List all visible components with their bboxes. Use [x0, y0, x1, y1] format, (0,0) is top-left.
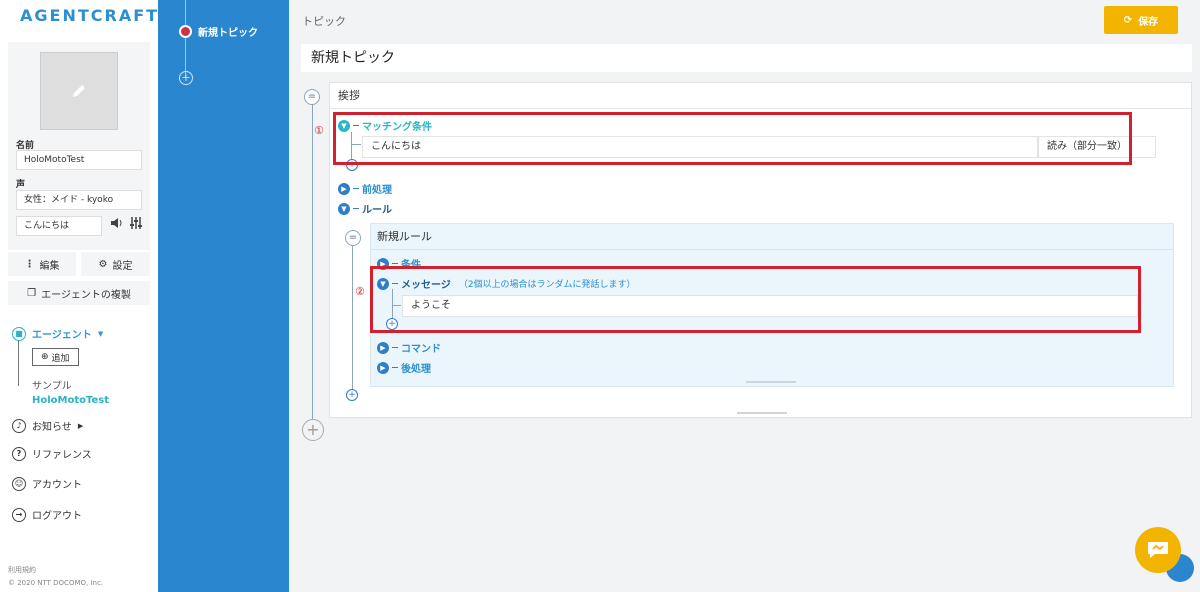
nav-logout[interactable]: → ログアウト: [12, 507, 82, 522]
rule-resize-handle[interactable]: [746, 381, 796, 383]
greeting-title[interactable]: 挨拶: [330, 83, 1191, 109]
logout-icon: →: [12, 507, 26, 522]
add-section-button[interactable]: +: [302, 419, 324, 441]
nav-news[interactable]: ♪ お知らせ ▶: [12, 418, 83, 433]
rule-collapse-icon[interactable]: =: [345, 230, 361, 246]
refresh-icon: ⟳: [1123, 14, 1133, 26]
pencil-icon: [73, 85, 85, 97]
rule-title[interactable]: 新規ルール: [371, 224, 1173, 250]
nav-account[interactable]: ☺ アカウント: [12, 476, 82, 491]
sliders-icon[interactable]: [130, 217, 142, 229]
app-logo[interactable]: AGENTCRAFTβ: [20, 6, 164, 25]
help-icon: ?: [12, 446, 26, 461]
topic-title[interactable]: 新規トピック: [301, 44, 1192, 72]
caret-down-icon: ▼: [97, 329, 104, 338]
card-resize-handle[interactable]: [737, 412, 787, 414]
agent-icon: ■: [12, 326, 26, 341]
caret-down-icon: ▼: [338, 202, 350, 215]
save-button[interactable]: ⟳ 保存: [1104, 6, 1178, 34]
more-icon: ⋮: [24, 258, 35, 270]
chat-icon: [1148, 542, 1168, 558]
topic-item-new[interactable]: 新規トピック: [179, 24, 258, 39]
topic-dot-icon: [179, 25, 192, 38]
copyright: © 2020 NTT DOCOMO, Inc.: [8, 579, 104, 587]
topic-list: [158, 0, 289, 592]
voice-select[interactable]: 女性：メイド - kyoko: [16, 190, 142, 210]
gear-icon: ⚙: [98, 258, 108, 270]
voice-sample-input[interactable]: こんにちは: [16, 216, 102, 236]
sidebar: AGENTCRAFTβ 名前 HoloMotoTest 声 女性：メイド - k…: [0, 0, 164, 592]
preprocess-section[interactable]: ▶ 前処理: [338, 181, 392, 196]
name-field[interactable]: HoloMotoTest: [16, 150, 142, 170]
settings-button[interactable]: ⚙ 設定: [81, 252, 150, 276]
plus-circle-icon: ⊕: [41, 352, 49, 362]
postprocess-section[interactable]: ▶ 後処理: [377, 360, 431, 375]
add-agent-button[interactable]: ⊕ 追加: [32, 348, 79, 366]
speaker-icon[interactable]: [110, 217, 124, 229]
sidebar-footer: 利用規約 © 2020 NTT DOCOMO, Inc.: [8, 564, 103, 590]
chat-button[interactable]: [1135, 527, 1181, 573]
nav-current-agent[interactable]: HoloMotoTest: [32, 395, 109, 406]
add-rule-button[interactable]: +: [346, 389, 358, 401]
avatar[interactable]: [40, 52, 118, 130]
highlight-box-1: [333, 112, 1132, 165]
collapse-toggle-icon[interactable]: =: [304, 89, 320, 105]
edit-button[interactable]: ⋮ 編集: [8, 252, 76, 276]
agent-profile: 名前 HoloMotoTest 声 女性：メイド - kyoko こんにちは: [8, 42, 150, 250]
nav-agent[interactable]: ■ エージェント ▼: [12, 326, 103, 341]
marker-two: ②: [355, 285, 365, 298]
caret-right-icon: ▶: [77, 421, 84, 430]
bell-icon: ♪: [12, 418, 26, 433]
command-section[interactable]: ▶ コマンド: [377, 340, 441, 355]
marker-one: ①: [314, 124, 324, 137]
voice-label: 声: [16, 180, 26, 190]
caret-right-icon: ▶: [338, 182, 350, 195]
nav-reference[interactable]: ? リファレンス: [12, 446, 92, 461]
nav-sample[interactable]: サンプル: [32, 377, 72, 392]
highlight-box-2: [370, 266, 1141, 333]
duplicate-agent-button[interactable]: ❐ エージェントの複製: [8, 281, 150, 305]
copy-icon: ❐: [27, 287, 37, 299]
breadcrumb: トピック: [302, 15, 346, 28]
add-topic-button[interactable]: +: [179, 71, 193, 85]
user-icon: ☺: [12, 476, 26, 491]
caret-right-icon: ▶: [377, 341, 389, 354]
terms-link[interactable]: 利用規約: [8, 564, 103, 577]
caret-right-icon: ▶: [377, 361, 389, 374]
rules-section[interactable]: ▼ ルール: [338, 201, 392, 216]
